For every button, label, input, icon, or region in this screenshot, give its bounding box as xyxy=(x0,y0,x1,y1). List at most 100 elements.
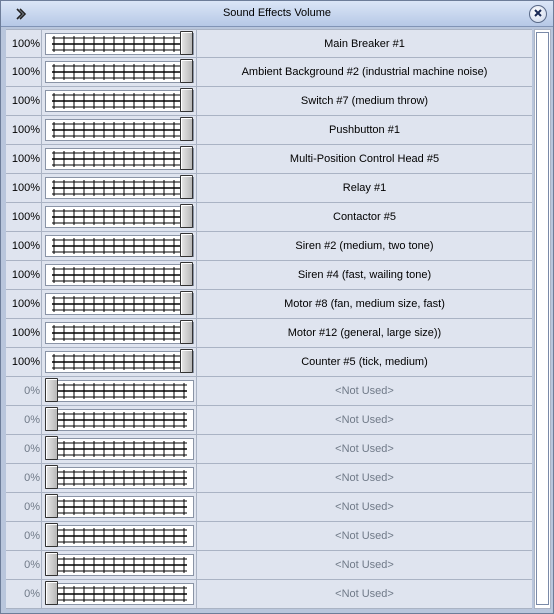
slider-track[interactable] xyxy=(45,206,194,228)
channel-label: <Not Used> xyxy=(335,588,394,600)
slider-thumb[interactable] xyxy=(180,320,193,344)
channel-label: Pushbutton #1 xyxy=(329,124,400,136)
volume-slider[interactable] xyxy=(42,493,197,521)
volume-slider[interactable] xyxy=(42,203,197,231)
slider-track[interactable] xyxy=(45,235,194,257)
slider-track[interactable] xyxy=(45,177,194,199)
volume-percent: 100% xyxy=(6,290,42,318)
slider-ticks xyxy=(52,325,187,341)
channel-list: 100% Main Breaker #1 100% Ambient Backgroun… xyxy=(6,29,532,609)
slider-track[interactable] xyxy=(45,380,194,402)
volume-slider[interactable] xyxy=(42,116,197,144)
volume-slider[interactable] xyxy=(42,435,197,463)
slider-thumb[interactable] xyxy=(180,88,193,112)
slider-track[interactable] xyxy=(45,554,194,576)
slider-track[interactable] xyxy=(45,496,194,518)
channel-row: 100% Pushbutton #1 xyxy=(6,116,532,145)
slider-thumb[interactable] xyxy=(180,31,193,55)
slider-thumb[interactable] xyxy=(180,233,193,257)
slider-ticks xyxy=(52,586,187,602)
slider-ticks xyxy=(52,412,187,428)
slider-ticks xyxy=(52,470,187,486)
channel-row: 100% Motor #8 (fan, medium size, fast) xyxy=(6,290,532,319)
slider-thumb[interactable] xyxy=(45,378,58,402)
volume-slider[interactable] xyxy=(42,290,197,318)
slider-track[interactable] xyxy=(45,61,194,83)
volume-percent: 100% xyxy=(6,145,42,173)
slider-thumb[interactable] xyxy=(45,523,58,547)
slider-thumb[interactable] xyxy=(180,291,193,315)
slider-thumb[interactable] xyxy=(45,407,58,431)
slider-track[interactable] xyxy=(45,409,194,431)
volume-slider[interactable] xyxy=(42,232,197,260)
channel-label: Motor #8 (fan, medium size, fast) xyxy=(284,298,445,310)
slider-track[interactable] xyxy=(45,351,194,373)
volume-slider[interactable] xyxy=(42,261,197,289)
slider-thumb[interactable] xyxy=(180,146,193,170)
channel-label: <Not Used> xyxy=(335,385,394,397)
volume-slider[interactable] xyxy=(42,145,197,173)
volume-percent: 0% xyxy=(6,377,42,405)
volume-slider[interactable] xyxy=(42,30,197,57)
slider-track[interactable] xyxy=(45,119,194,141)
title-bar[interactable]: Sound Effects Volume xyxy=(1,1,553,27)
slider-thumb[interactable] xyxy=(180,59,193,83)
volume-slider[interactable] xyxy=(42,522,197,550)
volume-percent: 100% xyxy=(6,58,42,86)
slider-track[interactable] xyxy=(45,583,194,605)
volume-percent: 100% xyxy=(6,116,42,144)
slider-track[interactable] xyxy=(45,33,194,55)
slider-ticks xyxy=(52,151,187,167)
volume-slider[interactable] xyxy=(42,319,197,347)
slider-thumb[interactable] xyxy=(180,117,193,141)
slider-ticks xyxy=(52,499,187,515)
channel-label: Main Breaker #1 xyxy=(324,37,405,50)
channel-label: <Not Used> xyxy=(335,443,394,455)
slider-track[interactable] xyxy=(45,293,194,315)
volume-slider[interactable] xyxy=(42,406,197,434)
slider-thumb[interactable] xyxy=(180,175,193,199)
channel-row: 100% Counter #5 (tick, medium) xyxy=(6,348,532,377)
slider-ticks xyxy=(52,296,187,312)
chevron-expand-icon[interactable] xyxy=(14,7,28,21)
slider-thumb[interactable] xyxy=(180,262,193,286)
slider-track[interactable] xyxy=(45,438,194,460)
slider-ticks xyxy=(52,441,187,457)
slider-track[interactable] xyxy=(45,264,194,286)
channel-label: Relay #1 xyxy=(342,182,387,194)
close-button[interactable] xyxy=(529,5,547,23)
volume-slider[interactable] xyxy=(42,174,197,202)
slider-track[interactable] xyxy=(45,90,194,112)
volume-percent: 100% xyxy=(6,174,42,202)
volume-slider[interactable] xyxy=(42,580,197,608)
channel-label: <Not Used> xyxy=(335,501,394,513)
slider-track[interactable] xyxy=(45,148,194,170)
slider-thumb[interactable] xyxy=(45,436,58,460)
scrollbar-thumb[interactable] xyxy=(536,32,549,605)
volume-slider[interactable] xyxy=(42,58,197,86)
slider-track[interactable] xyxy=(45,322,194,344)
slider-thumb[interactable] xyxy=(180,204,193,228)
slider-thumb[interactable] xyxy=(45,552,58,576)
volume-slider[interactable] xyxy=(42,464,197,492)
slider-track[interactable] xyxy=(45,525,194,547)
vertical-scrollbar[interactable] xyxy=(534,29,551,609)
channel-label: Ambient Background #2 (industrial machin… xyxy=(241,66,488,78)
volume-slider[interactable] xyxy=(42,551,197,579)
channel-row: 100% Ambient Background #2 (industrial ma… xyxy=(6,58,532,87)
slider-thumb[interactable] xyxy=(180,349,193,373)
slider-thumb[interactable] xyxy=(45,581,58,605)
volume-slider[interactable] xyxy=(42,377,197,405)
volume-percent: 0% xyxy=(6,580,42,608)
window-title: Sound Effects Volume xyxy=(222,7,332,19)
volume-percent: 100% xyxy=(6,261,42,289)
channel-label: Siren #4 (fast, wailing tone) xyxy=(297,269,432,281)
slider-thumb[interactable] xyxy=(45,465,58,489)
volume-slider[interactable] xyxy=(42,348,197,376)
volume-slider[interactable] xyxy=(42,87,197,115)
volume-percent: 100% xyxy=(6,319,42,347)
channel-row: 0% <Not Used> xyxy=(6,435,532,464)
channel-label: Motor #12 (general, large size)) xyxy=(287,327,442,339)
slider-track[interactable] xyxy=(45,467,194,489)
slider-thumb[interactable] xyxy=(45,494,58,518)
